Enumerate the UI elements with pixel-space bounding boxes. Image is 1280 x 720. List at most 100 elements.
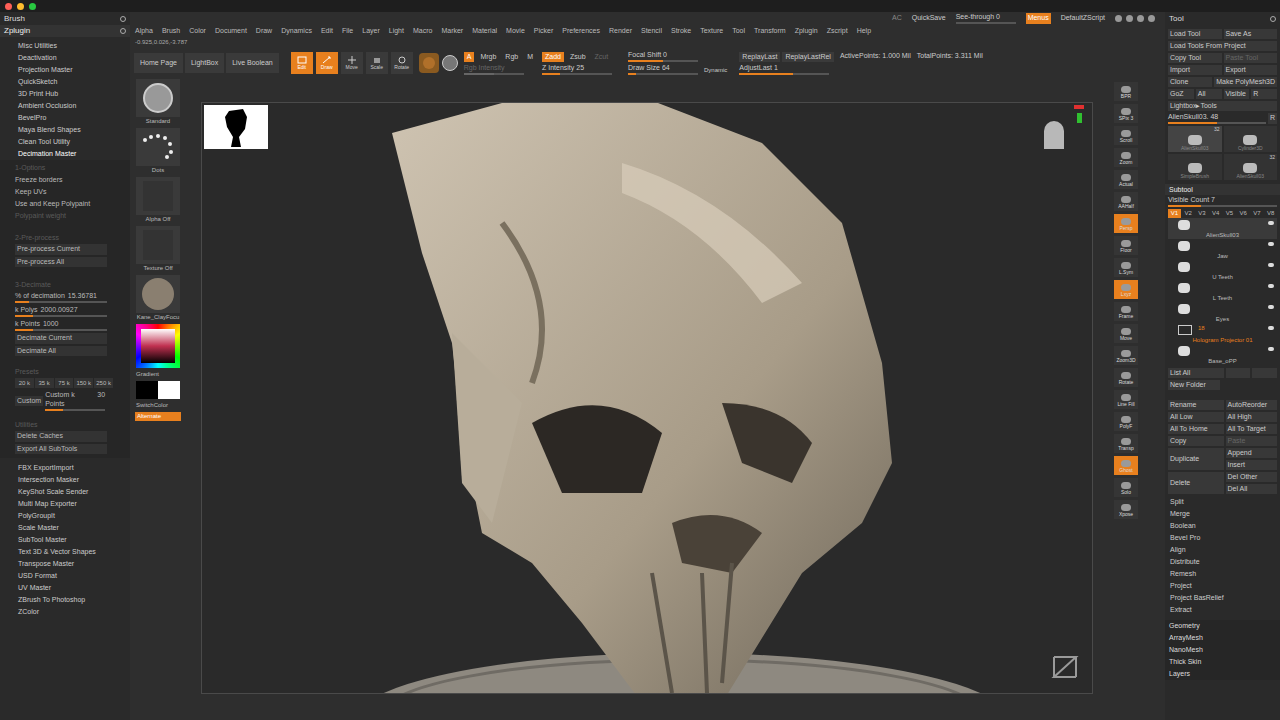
menu-item[interactable]: Alpha [135,26,153,37]
slider-track[interactable] [628,60,698,62]
channel-button[interactable]: M [524,52,536,62]
plugin-item[interactable]: Maya Blend Shapes [18,124,130,136]
mode-button[interactable]: Move [341,52,363,74]
slider-track[interactable] [739,73,829,75]
subtool-item[interactable]: L Teeth [1168,281,1277,302]
subtool-item[interactable]: Eyes [1168,302,1277,323]
plugin-item[interactable]: 3D Print Hub [18,88,130,100]
tool-button[interactable]: Load Tool [1168,29,1222,39]
tool-thumb[interactable]: SimpleBrush [1168,154,1222,180]
option-toggle[interactable]: Polypaint weight [15,210,115,222]
plugin-item[interactable]: Intersection Masker [18,474,130,486]
decimate-slider[interactable]: % of decimation15.36781 [15,291,107,303]
tool-submenu[interactable]: Layers [1165,668,1280,680]
decimate-button[interactable]: Decimate Current [15,333,107,344]
option-toggle[interactable]: Freeze borders [15,174,115,186]
material-thumb[interactable]: Kane_ClayFocu [135,275,181,322]
tool-submenu[interactable]: Geometry [1165,620,1280,632]
zmode-button[interactable]: Zadd [542,52,564,62]
slider-track[interactable] [15,301,107,303]
window-control-icon[interactable] [1137,15,1144,22]
color-picker[interactable] [136,324,180,368]
subtool-item[interactable]: U Teeth [1168,260,1277,281]
menu-item[interactable]: Picker [534,26,553,37]
view-button[interactable]: Solo [1114,478,1138,497]
menu-item[interactable]: Movie [506,26,525,37]
slider-track[interactable] [1168,122,1266,124]
view-button[interactable]: Actual [1114,170,1138,189]
zoom-dot[interactable] [29,3,36,10]
new-folder-button[interactable]: New Folder [1168,380,1220,390]
channel-button[interactable]: A [464,52,475,62]
subtool-submenu[interactable]: Align [1168,544,1277,556]
custom-slider[interactable]: Custom k Points30 [45,390,105,411]
plugin-item[interactable]: Transpose Master [18,558,130,570]
switch-color-label[interactable]: SwitchColor [136,401,168,410]
subtool-item[interactable]: 18Hologram Projector 01 [1168,323,1277,344]
action-button[interactable]: All To Home [1168,424,1224,434]
list-all-button[interactable]: List All [1168,368,1224,378]
nav-button[interactable]: Home Page [134,53,183,73]
tool-thumb[interactable]: 32AlienSkull03 [1224,154,1278,180]
subtool-submenu[interactable]: Project BasRelief [1168,592,1277,604]
tool-button[interactable]: GoZ [1168,89,1194,99]
tool-button[interactable]: R [1251,89,1277,99]
menu-item[interactable]: Texture [700,26,723,37]
gradient-label[interactable]: Gradient [136,370,159,379]
menu-item[interactable]: Stroke [671,26,691,37]
window-control-icon[interactable] [1148,15,1155,22]
view-button[interactable]: PolyF [1114,412,1138,431]
view-button[interactable]: Move [1114,324,1138,343]
alpha-thumb[interactable]: Alpha Off [135,177,181,224]
menu-item[interactable]: Draw [256,26,272,37]
view-button[interactable]: Zoom3D [1114,346,1138,365]
subtool-item[interactable]: Base_oPP [1168,344,1277,365]
subtool-submenu[interactable]: Distribute [1168,556,1277,568]
plugin-item[interactable]: Decimation Master [18,148,130,160]
texture-thumb[interactable]: Texture Off [135,226,181,273]
plugin-item[interactable]: Ambient Occlusion [18,100,130,112]
slider-track[interactable] [45,409,105,411]
version-button[interactable]: V5 [1223,209,1236,218]
menu-item[interactable]: File [342,26,353,37]
decimate-button[interactable]: Decimate All [15,346,107,357]
action-button[interactable]: Copy [1168,436,1224,446]
sphere-icon[interactable] [442,55,458,71]
preprocess-button[interactable]: Pre-process All [15,257,107,268]
replay-button[interactable]: ReplayLastRel [782,52,834,62]
view-button[interactable]: Floor [1114,236,1138,255]
version-button[interactable]: V8 [1264,209,1277,218]
subtool-submenu[interactable]: Bevel Pro [1168,532,1277,544]
tool-button[interactable]: All [1196,89,1222,99]
ac-button[interactable]: AC [892,13,902,24]
rgb-intensity[interactable]: Rgb Intensity [464,64,524,75]
quicksave-button[interactable]: QuickSave [912,13,946,24]
dynamic-button[interactable]: Dynamic [704,66,727,75]
subtool-submenu[interactable]: Extract [1168,604,1277,616]
slider-track[interactable] [1168,205,1277,207]
z-intensity[interactable]: Z Intensity 25 [542,64,612,75]
tool-button[interactable]: Load Tools From Project [1168,41,1277,51]
view-button[interactable]: Rotate [1114,368,1138,387]
plugin-item[interactable]: UV Master [18,582,130,594]
switch-color[interactable] [136,381,180,399]
tool-submenu[interactable]: ArrayMesh [1165,632,1280,644]
brush-slider[interactable]: Focal Shift 0 [628,51,698,62]
plugin-item[interactable]: USD Format [18,570,130,582]
version-button[interactable]: V1 [1168,209,1181,218]
canvas[interactable] [201,102,1093,694]
mode-button[interactable]: Rotate [391,52,413,74]
tool-submenu[interactable]: NanoMesh [1165,644,1280,656]
preprocess-button[interactable]: Pre-process Current [15,244,107,255]
menu-item[interactable]: Edit [321,26,333,37]
preset-button[interactable]: 35 k [35,378,54,388]
version-button[interactable]: V4 [1209,209,1222,218]
menu-item[interactable]: Document [215,26,247,37]
menu-item[interactable]: Render [609,26,632,37]
zmode-button[interactable]: Zcut [592,52,612,62]
visibility-icon[interactable] [1268,284,1274,288]
menu-item[interactable]: Material [472,26,497,37]
tool-button[interactable]: Clone [1168,77,1212,87]
plugin-item[interactable]: ZColor [18,606,130,618]
visibility-icon[interactable] [1268,305,1274,309]
